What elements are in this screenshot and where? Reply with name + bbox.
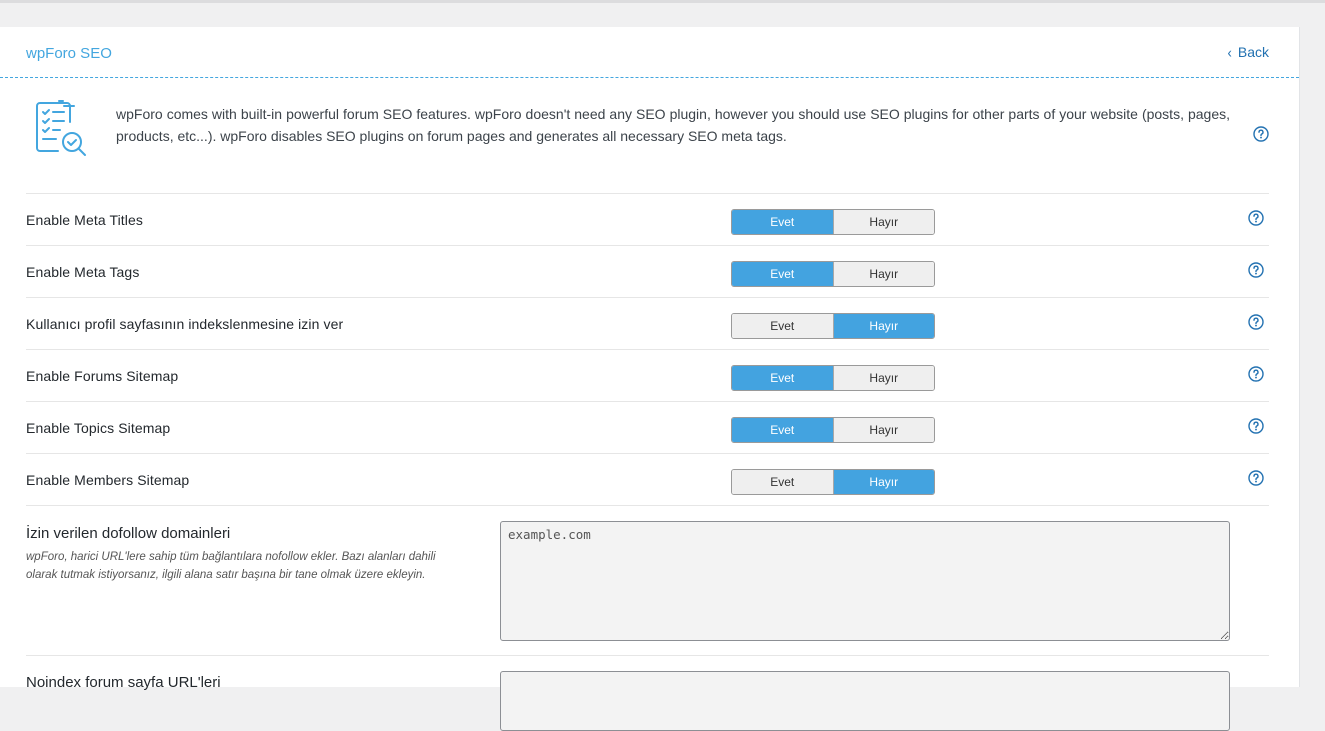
- seo-checklist-icon: [36, 100, 86, 156]
- help-icon[interactable]: [1248, 418, 1264, 434]
- setting-row-members-sitemap: Enable Members Sitemap Evet Hayır: [26, 453, 1269, 505]
- yes-option[interactable]: Evet: [732, 366, 833, 390]
- no-option[interactable]: Hayır: [832, 262, 934, 286]
- setting-label: Enable Topics Sitemap: [26, 420, 171, 436]
- dofollow-description: wpForo, harici URL'lere sahip tüm bağlan…: [26, 551, 436, 581]
- dofollow-title: İzin verilen dofollow domainleri: [26, 525, 231, 542]
- setting-row-noindex-urls: Noindex forum sayfa URL'leri: [26, 655, 1269, 731]
- help-icon[interactable]: [1248, 210, 1264, 226]
- no-option[interactable]: Hayır: [832, 418, 934, 442]
- meta-titles-toggle: Evet Hayır: [731, 209, 935, 235]
- topics-sitemap-toggle: Evet Hayır: [731, 417, 935, 443]
- help-icon[interactable]: [1248, 366, 1264, 382]
- back-link[interactable]: ‹ Back: [1227, 43, 1269, 61]
- seo-settings-panel: wpForo SEO ‹ Back wpForo comes with buil…: [0, 27, 1300, 731]
- setting-label: Kullanıcı profil sayfasının indekslenmes…: [26, 316, 344, 332]
- setting-label: Enable Meta Tags: [26, 264, 140, 280]
- setting-row-dofollow-domains: İzin verilen dofollow domainleri wpForo,…: [26, 505, 1269, 655]
- yes-option[interactable]: Evet: [732, 210, 833, 234]
- setting-row-forums-sitemap: Enable Forums Sitemap Evet Hayır: [26, 349, 1269, 401]
- setting-row-meta-tags: Enable Meta Tags Evet Hayır: [26, 245, 1269, 297]
- help-icon[interactable]: [1248, 314, 1264, 330]
- panel-title: wpForo SEO: [26, 45, 112, 62]
- no-option[interactable]: Hayır: [832, 210, 934, 234]
- settings-list: Enable Meta Titles Evet Hayır Enable Met…: [26, 193, 1269, 731]
- yes-option[interactable]: Evet: [732, 418, 833, 442]
- noindex-title: Noindex forum sayfa URL'leri: [26, 674, 221, 691]
- setting-label: Enable Forums Sitemap: [26, 368, 179, 384]
- noindex-urls-textarea[interactable]: [500, 671, 1230, 731]
- no-option[interactable]: Hayır: [832, 470, 934, 494]
- setting-row-profile-indexing: Kullanıcı profil sayfasının indekslenmes…: [26, 297, 1269, 349]
- help-icon[interactable]: [1253, 126, 1269, 142]
- intro-text: wpForo comes with built-in powerful foru…: [116, 106, 1230, 144]
- no-option[interactable]: Hayır: [832, 366, 934, 390]
- help-icon[interactable]: [1248, 262, 1264, 278]
- no-option[interactable]: Hayır: [832, 314, 934, 338]
- dofollow-domains-textarea[interactable]: [500, 521, 1230, 641]
- meta-tags-toggle: Evet Hayır: [731, 261, 935, 287]
- back-label: Back: [1237, 44, 1269, 60]
- panel-header: wpForo SEO ‹ Back: [0, 27, 1299, 78]
- top-strip: [0, 0, 1325, 3]
- yes-option[interactable]: Evet: [732, 262, 833, 286]
- setting-row-topics-sitemap: Enable Topics Sitemap Evet Hayır: [26, 401, 1269, 453]
- members-sitemap-toggle: Evet Hayır: [731, 469, 935, 495]
- setting-label: Enable Meta Titles: [26, 212, 143, 228]
- yes-option[interactable]: Evet: [732, 470, 833, 494]
- chevron-left-icon: ‹: [1227, 43, 1232, 61]
- intro-section: wpForo comes with built-in powerful foru…: [26, 77, 1269, 193]
- setting-label: Enable Members Sitemap: [26, 472, 190, 488]
- profile-indexing-toggle: Evet Hayır: [731, 313, 935, 339]
- help-icon[interactable]: [1248, 470, 1264, 486]
- forums-sitemap-toggle: Evet Hayır: [731, 365, 935, 391]
- yes-option[interactable]: Evet: [732, 314, 833, 338]
- setting-row-meta-titles: Enable Meta Titles Evet Hayır: [26, 193, 1269, 245]
